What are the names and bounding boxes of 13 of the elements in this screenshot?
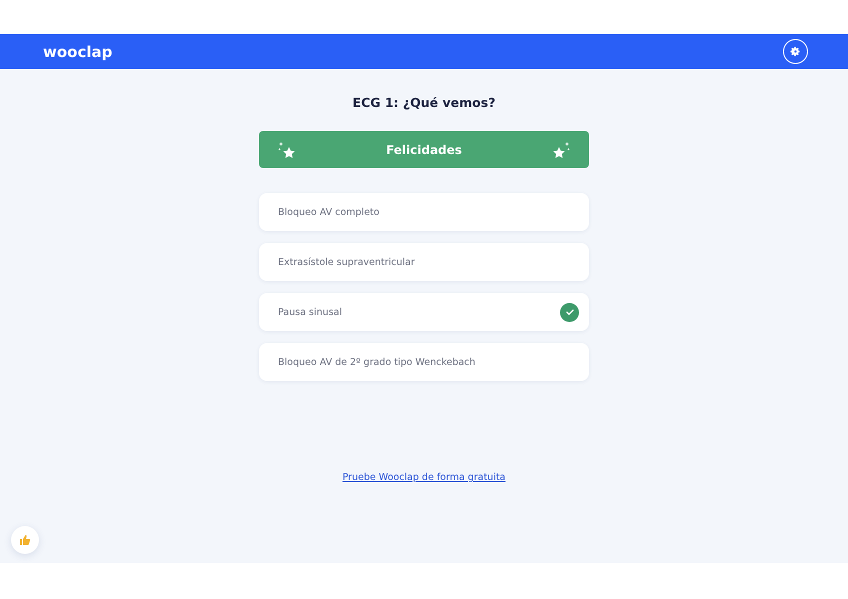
thumbs-up-icon xyxy=(19,534,31,546)
answer-option[interactable]: Pausa sinusal xyxy=(259,293,589,331)
answer-option[interactable]: Bloqueo AV completo xyxy=(259,193,589,231)
sparkle-star-icon xyxy=(551,140,571,160)
question-title: ECG 1: ¿Qué vemos? xyxy=(352,95,496,111)
answer-option[interactable]: Bloqueo AV de 2º grado tipo Wenckebach xyxy=(259,343,589,381)
free-trial-link[interactable]: Pruebe Wooclap de forma gratuita xyxy=(342,472,506,483)
logo: wooclap xyxy=(43,42,112,60)
answer-option[interactable]: Extrasístole supraventricular xyxy=(259,243,589,281)
settings-button[interactable] xyxy=(783,39,808,64)
sparkle-star-icon xyxy=(277,140,297,160)
banner-text: Felicidades xyxy=(386,142,462,156)
settings-icon xyxy=(790,46,801,57)
